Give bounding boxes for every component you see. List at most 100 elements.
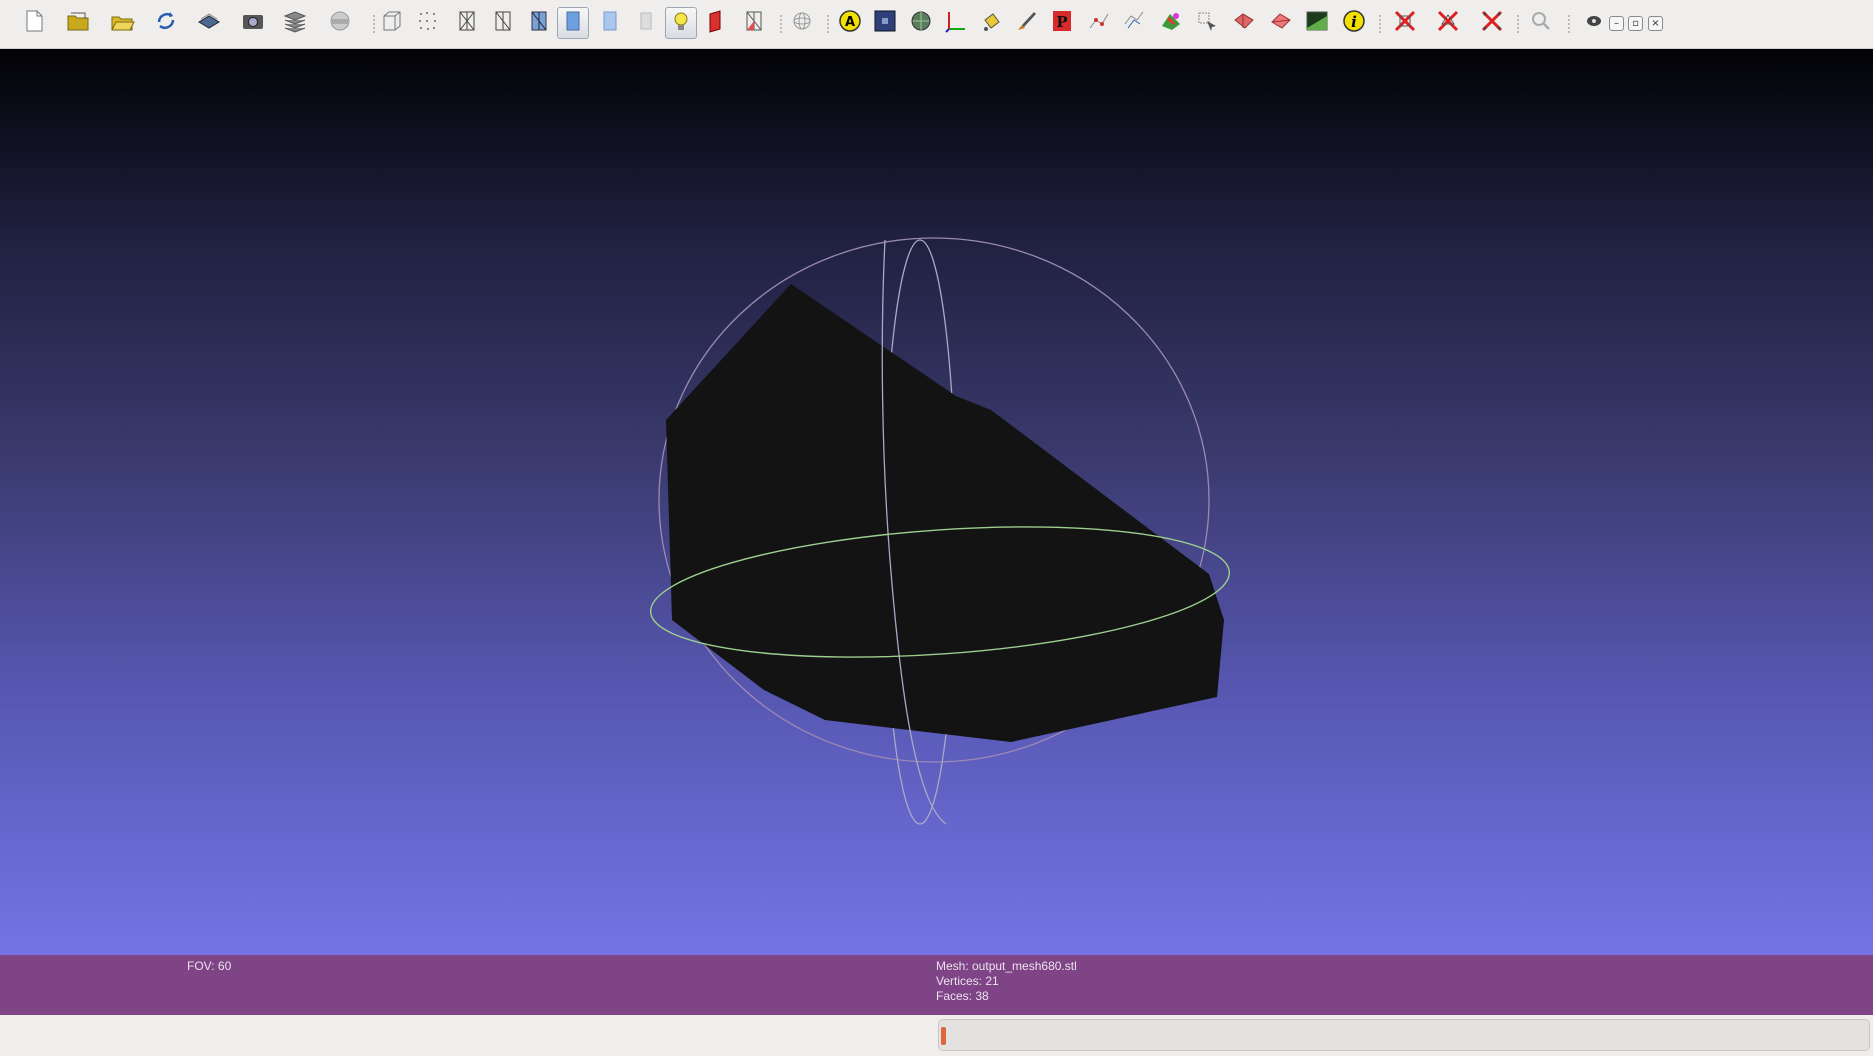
restore-window-button[interactable]: ▫: [1628, 16, 1643, 31]
brush-button[interactable]: [1010, 7, 1042, 39]
vertices-count-label: Vertices: 21: [936, 974, 999, 988]
svg-text:A: A: [845, 15, 855, 30]
close-window-button[interactable]: ×: [1648, 16, 1663, 31]
axes-button[interactable]: [941, 7, 973, 39]
paint-bucket-icon: [979, 8, 1005, 38]
hidden-lines-icon: [490, 8, 516, 38]
pick-points-icon: [1086, 8, 1112, 38]
align-button[interactable]: [1119, 7, 1151, 39]
raster-icon: [327, 8, 353, 38]
open-project-icon: [65, 8, 91, 38]
paint-bucket-button[interactable]: [976, 7, 1008, 39]
texture-button[interactable]: [630, 7, 662, 39]
minimize-window-button[interactable]: –: [1609, 16, 1624, 31]
mesh-shape: [666, 284, 1224, 742]
select-faces-button[interactable]: [1228, 7, 1260, 39]
raster-button[interactable]: [324, 7, 356, 39]
delete-all-button[interactable]: [1476, 7, 1508, 39]
toolbar-separator: [1568, 14, 1570, 34]
delete-faces-icon: [1435, 8, 1461, 38]
points-icon: [415, 8, 441, 38]
toolbar-separator: [373, 14, 375, 34]
fov-label: FOV: 60: [187, 959, 232, 973]
progress-bar-fill: [941, 1027, 946, 1045]
open-project-button[interactable]: [62, 7, 94, 39]
reload-button[interactable]: [150, 7, 182, 39]
quality-button[interactable]: [1301, 7, 1333, 39]
selected-faces-button[interactable]: [738, 7, 770, 39]
flat-lines-icon: [526, 8, 552, 38]
texture-map-icon: [908, 8, 934, 38]
reload-icon: [153, 8, 179, 38]
delete-vertices-icon: [1392, 8, 1418, 38]
flat-lines-button[interactable]: [523, 7, 555, 39]
select-vertices-icon: [1194, 8, 1220, 38]
delete-faces-button[interactable]: [1432, 7, 1464, 39]
import-mesh-icon: [109, 8, 135, 38]
layers-button[interactable]: [279, 7, 311, 39]
mesh-name-label: Mesh: output_mesh680.stl: [936, 959, 1077, 973]
toolbar-separator: [827, 14, 829, 34]
view-mode-button[interactable]: [1578, 7, 1610, 39]
info-panel: FOV: 60 Mesh: output_mesh680.stl Vertice…: [0, 955, 1873, 1015]
align-icon: [1122, 8, 1148, 38]
light-button[interactable]: [665, 7, 697, 39]
color-button[interactable]: [1155, 7, 1187, 39]
faces-count-label: Faces: 38: [936, 989, 989, 1003]
bbox-button[interactable]: [376, 7, 408, 39]
snapshot-button[interactable]: [237, 7, 269, 39]
info-icon: i: [1341, 8, 1367, 38]
backface-button[interactable]: [700, 7, 732, 39]
bbox-icon: [379, 8, 405, 38]
smooth-icon: [597, 8, 623, 38]
toolbar-separator: [780, 14, 782, 34]
hidden-lines-button[interactable]: [487, 7, 519, 39]
points-button[interactable]: [412, 7, 444, 39]
snapshot-icon: [240, 8, 266, 38]
pick-points-button[interactable]: [1083, 7, 1115, 39]
color-icon: [1158, 8, 1184, 38]
texture-icon: [633, 8, 659, 38]
export-mesh-icon: [196, 8, 222, 38]
texture-map-button[interactable]: [905, 7, 937, 39]
trackball-icon: [789, 8, 815, 38]
smooth-button[interactable]: [594, 7, 626, 39]
select-connected-button[interactable]: [1265, 7, 1297, 39]
background-button[interactable]: [869, 7, 901, 39]
new-project-button[interactable]: [18, 7, 50, 39]
new-project-icon: [21, 8, 47, 38]
flat-icon: [560, 8, 586, 38]
scene: [649, 237, 1231, 825]
svg-text:i: i: [1351, 13, 1357, 31]
brush-icon: [1013, 8, 1039, 38]
quality-icon: [1304, 8, 1330, 38]
select-faces-icon: [1231, 8, 1257, 38]
pdf-icon: P: [1049, 8, 1075, 38]
delete-vertices-button[interactable]: [1389, 7, 1421, 39]
select-connected-icon: [1268, 8, 1294, 38]
wireframe-icon: [454, 8, 480, 38]
axes-icon: [944, 8, 970, 38]
eye-icon: [1581, 8, 1607, 38]
annotation-button[interactable]: A: [834, 7, 866, 39]
trackball-button[interactable]: [786, 7, 818, 39]
layers-icon: [282, 8, 308, 38]
light-icon: [668, 8, 694, 38]
annotation-icon: A: [837, 8, 863, 38]
selected-faces-icon: [741, 8, 767, 38]
progress-bar: [938, 1019, 1870, 1051]
export-mesh-button[interactable]: [193, 7, 225, 39]
toolbar-separator: [1517, 14, 1519, 34]
search-button[interactable]: [1525, 7, 1557, 39]
delete-all-icon: [1479, 8, 1505, 38]
pdf-button[interactable]: P: [1046, 7, 1078, 39]
3d-viewport[interactable]: [0, 49, 1873, 955]
import-mesh-button[interactable]: [106, 7, 138, 39]
info-button[interactable]: i: [1338, 7, 1370, 39]
flat-button[interactable]: [557, 7, 589, 39]
wireframe-button[interactable]: [451, 7, 483, 39]
toolbar-separator: [1379, 14, 1381, 34]
background-icon: [872, 8, 898, 38]
select-vertices-button[interactable]: [1191, 7, 1223, 39]
svg-text:P: P: [1056, 13, 1067, 31]
